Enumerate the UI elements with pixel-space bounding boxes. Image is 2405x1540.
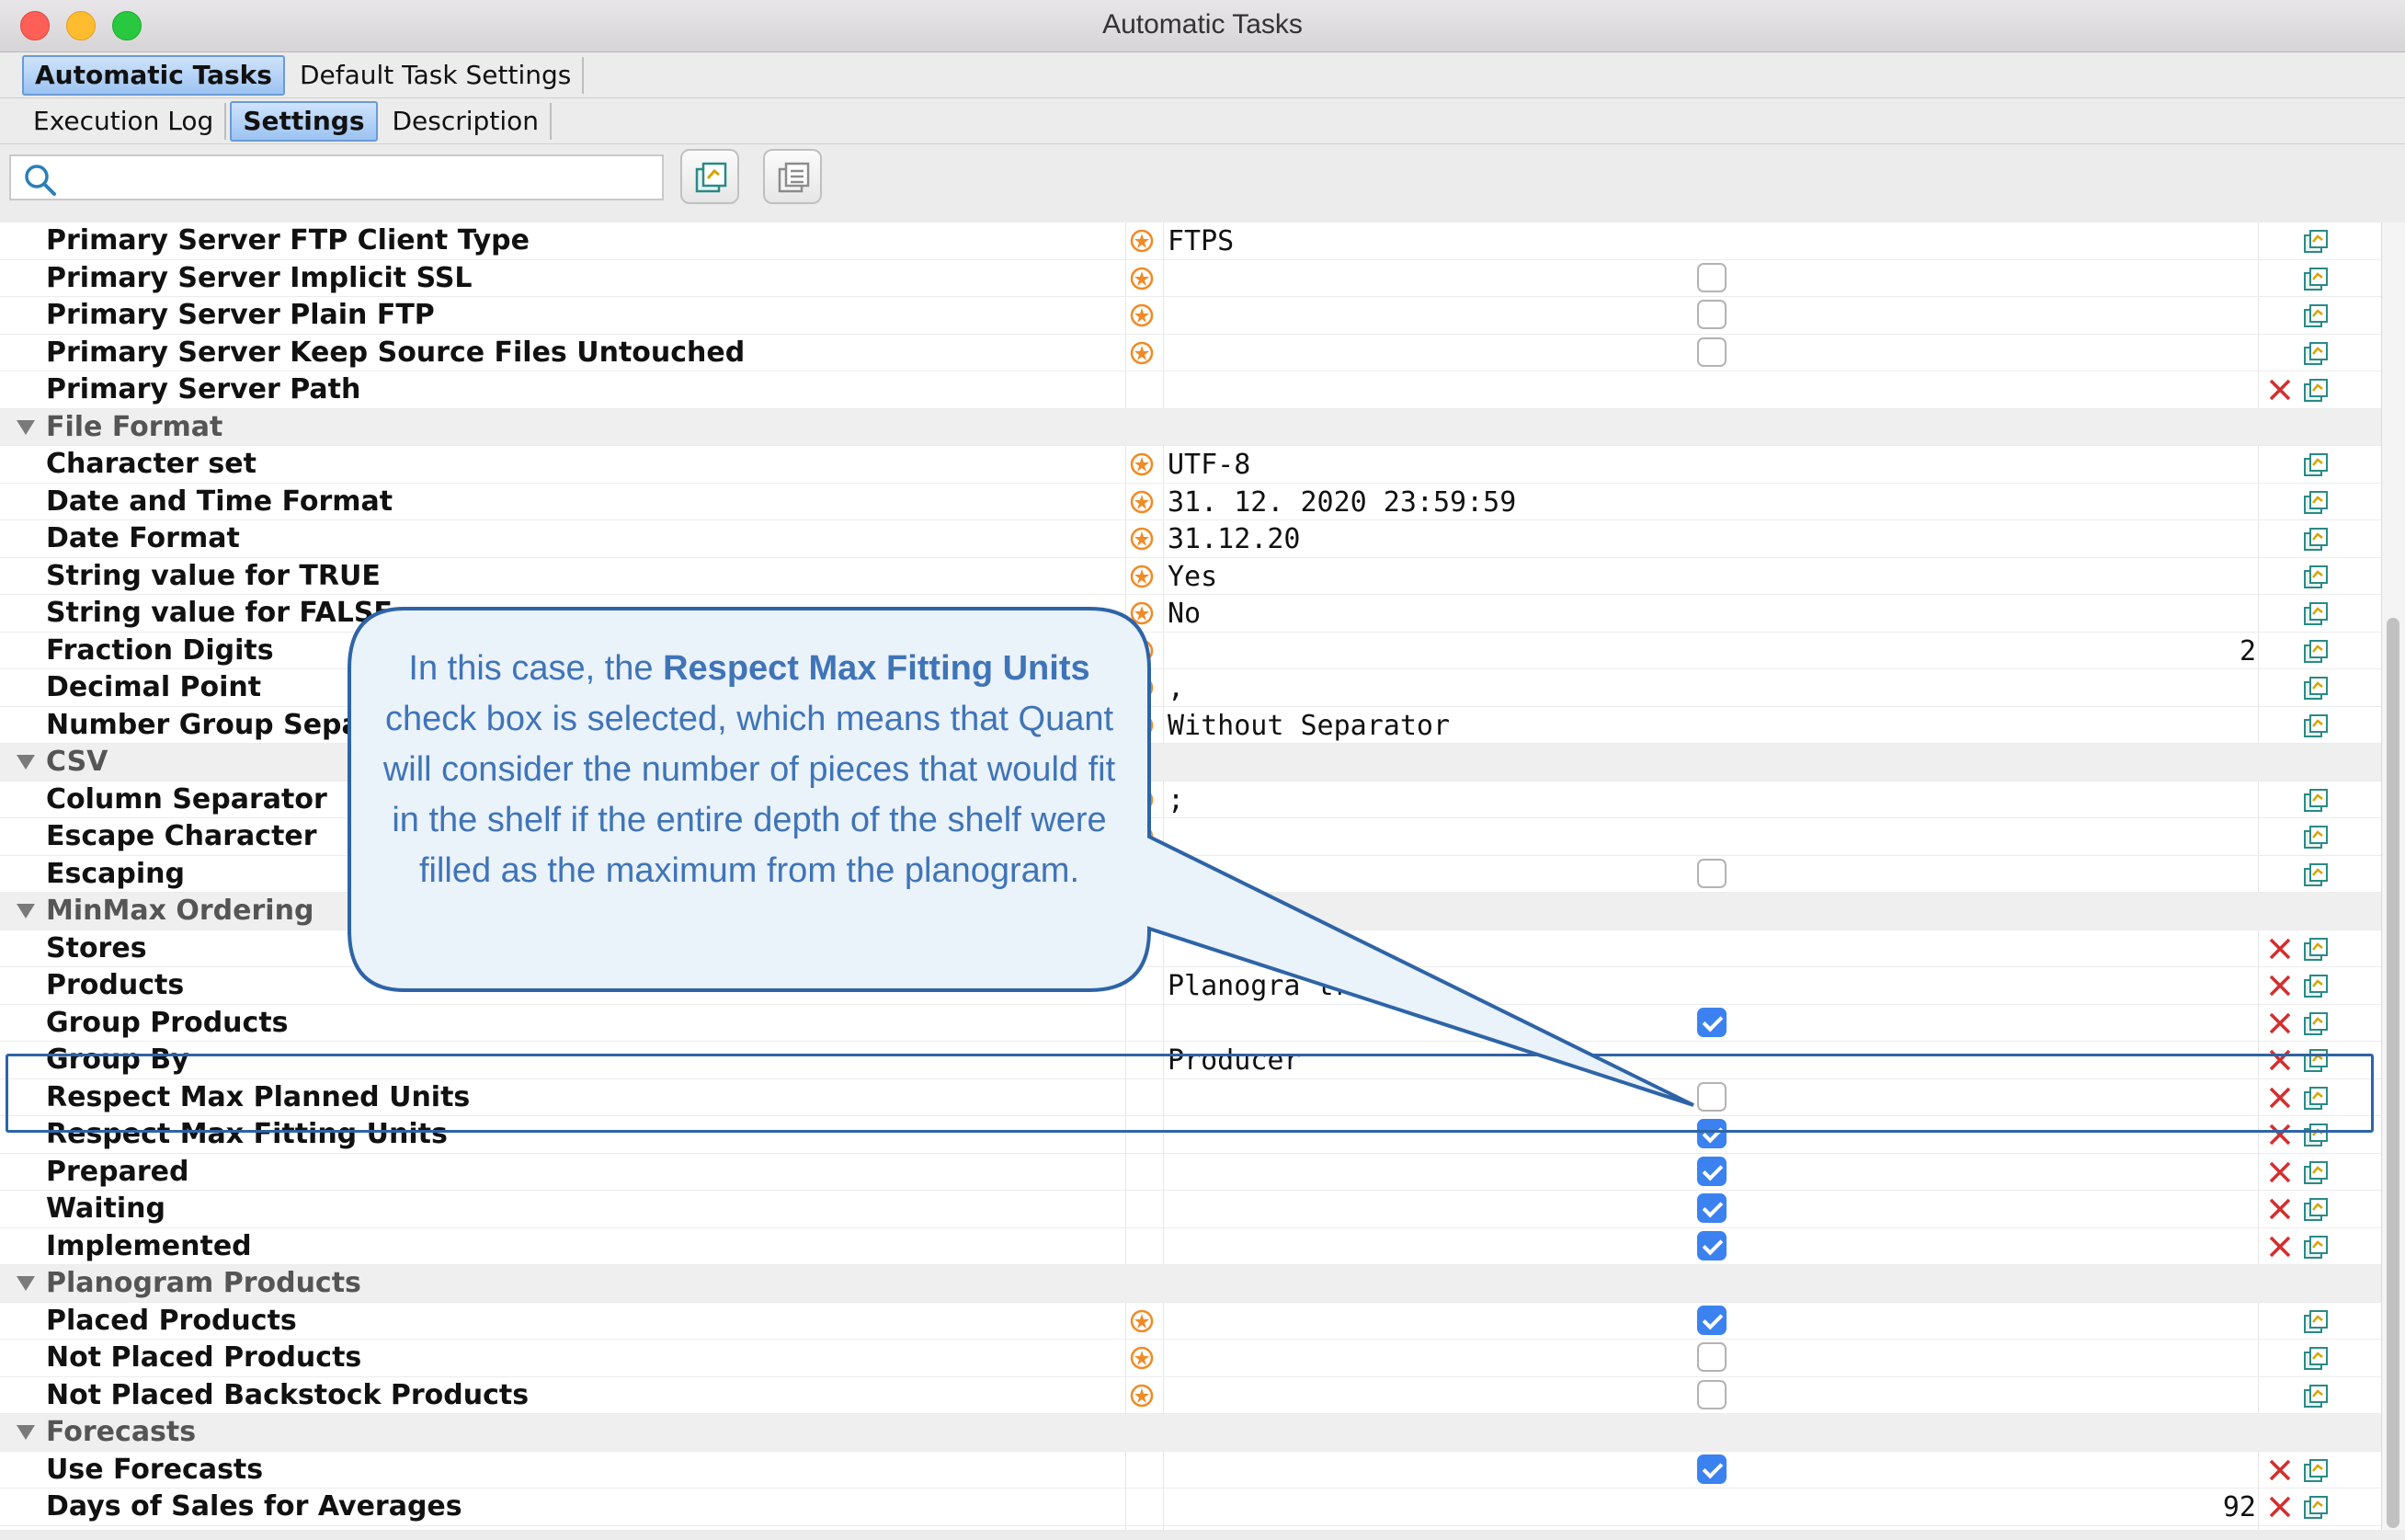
callout-text-part1: In this case, the — [408, 649, 664, 688]
callout-text-part2: check box is selected, which means that … — [382, 700, 1116, 890]
callout-text-bold: Respect Max Fitting Units — [663, 649, 1090, 688]
callout-bubble — [348, 607, 1694, 1107]
callout-text: In this case, the Respect Max Fitting Un… — [368, 644, 1131, 947]
bottom-strip — [0, 1530, 2405, 1540]
